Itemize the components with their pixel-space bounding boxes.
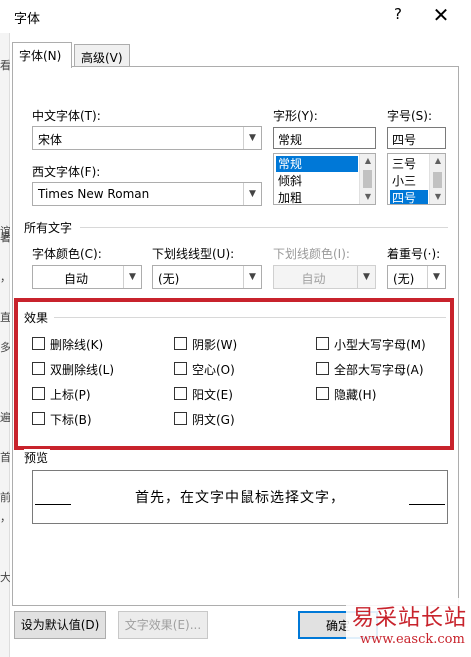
font-style-input[interactable]: 常规 — [273, 127, 376, 149]
background-document-strip: 看 谊 暑 ， 直 多 遍 首 前 ， 大 — [0, 33, 10, 657]
scroll-thumb[interactable] — [433, 172, 442, 188]
preview-right-rule — [409, 504, 445, 505]
emphasis-mark-select[interactable]: (无) ▼ — [387, 265, 446, 289]
scroll-down-icon[interactable]: ▼ — [430, 190, 445, 204]
strip-char: ， — [0, 511, 10, 524]
chevron-down-icon[interactable]: ▼ — [243, 266, 261, 288]
strip-char: 首 — [0, 451, 10, 464]
font-size-list[interactable]: 三号 小三 四号 ▲ ▼ — [387, 153, 446, 205]
western-font-value: Times New Roman — [38, 187, 150, 201]
preview-heading: 预览 — [24, 449, 51, 466]
dialog-title: 字体 — [14, 12, 41, 27]
scroll-up-icon[interactable]: ▲ — [360, 154, 375, 168]
underline-color-select: 自动 ▼ — [273, 265, 376, 289]
strip-char: 前 — [0, 491, 10, 504]
font-color-select[interactable]: 自动 ▼ — [32, 265, 142, 289]
strip-char: 看 — [0, 59, 10, 72]
text-effects-button: 文字效果(E)... — [118, 611, 208, 639]
scrollbar[interactable]: ▲ ▼ — [429, 154, 445, 204]
list-item[interactable]: 三号 — [390, 156, 428, 172]
help-icon[interactable]: ? — [388, 5, 408, 23]
font-color-label: 字体颜色(C): — [32, 247, 102, 261]
chinese-font-select[interactable]: 宋体 ▼ — [32, 126, 262, 150]
font-style-list[interactable]: 常规 倾斜 加粗 ▲ ▼ — [273, 153, 376, 205]
chevron-down-icon[interactable]: ▼ — [427, 266, 445, 288]
chevron-down-icon[interactable]: ▼ — [243, 183, 261, 205]
emphasis-mark-label: 着重号(·): — [387, 247, 441, 261]
chevron-down-icon[interactable]: ▼ — [123, 266, 141, 288]
strip-char: ， — [0, 271, 10, 284]
font-dialog: 字体 ? ✕ 看 谊 暑 ， 直 多 遍 首 前 ， 大 字体(N) 高级(V)… — [0, 0, 471, 657]
underline-style-select[interactable]: (无) ▼ — [152, 265, 262, 289]
scroll-thumb[interactable] — [363, 170, 372, 188]
western-font-select[interactable]: Times New Roman ▼ — [32, 182, 262, 206]
strip-char: 暑 — [0, 231, 10, 244]
list-item[interactable]: 倾斜 — [276, 173, 358, 189]
title-bar: 字体 ? ✕ — [0, 0, 471, 33]
strip-char: 多 — [0, 341, 10, 354]
tab-advanced[interactable]: 高级(V) — [74, 44, 130, 68]
emphasis-mark-value: (无) — [393, 272, 415, 286]
list-item[interactable]: 四号 — [390, 190, 428, 204]
list-item[interactable]: 加粗 — [276, 190, 358, 204]
set-default-button[interactable]: 设为默认值(D) — [14, 611, 106, 639]
close-icon[interactable]: ✕ — [430, 2, 452, 28]
font-style-label: 字形(Y): — [273, 109, 318, 123]
underline-color-label: 下划线颜色(I): — [273, 247, 350, 261]
scroll-down-icon[interactable]: ▼ — [360, 190, 375, 204]
strip-char: 直 — [0, 311, 10, 324]
effects-highlight-box — [14, 298, 454, 450]
font-size-input[interactable]: 四号 — [387, 127, 446, 149]
underline-style-label: 下划线线型(U): — [152, 247, 235, 261]
western-font-label: 西文字体(F): — [32, 165, 101, 179]
watermark-brand: 易采站长站 — [352, 606, 468, 631]
underline-color-value: 自动 — [301, 272, 326, 286]
strip-char: 遍 — [0, 411, 10, 424]
preview-text: 首先，在文字中鼠标选择文字， — [135, 490, 345, 506]
font-color-value: 自动 — [63, 272, 88, 286]
group-divider — [80, 227, 448, 228]
chevron-down-icon[interactable]: ▼ — [243, 127, 261, 149]
scroll-up-icon[interactable]: ▲ — [430, 154, 445, 168]
chevron-down-icon: ▼ — [357, 266, 375, 288]
list-item[interactable]: 常规 — [276, 156, 358, 172]
chinese-font-label: 中文字体(T): — [32, 109, 101, 123]
list-item[interactable]: 小三 — [390, 173, 428, 189]
font-size-label: 字号(S): — [387, 109, 433, 123]
chinese-font-value: 宋体 — [38, 133, 63, 147]
tab-font[interactable]: 字体(N) — [12, 42, 72, 68]
strip-char: 大 — [0, 571, 10, 584]
all-text-heading: 所有文字 — [24, 221, 73, 235]
underline-style-value: (无) — [158, 272, 180, 286]
scrollbar[interactable]: ▲ ▼ — [359, 154, 375, 204]
preview-box: 首先，在文字中鼠标选择文字， — [32, 470, 448, 524]
watermark: 易采站长站 www.easck.com — [346, 598, 471, 657]
watermark-url: www.easck.com — [360, 632, 465, 647]
